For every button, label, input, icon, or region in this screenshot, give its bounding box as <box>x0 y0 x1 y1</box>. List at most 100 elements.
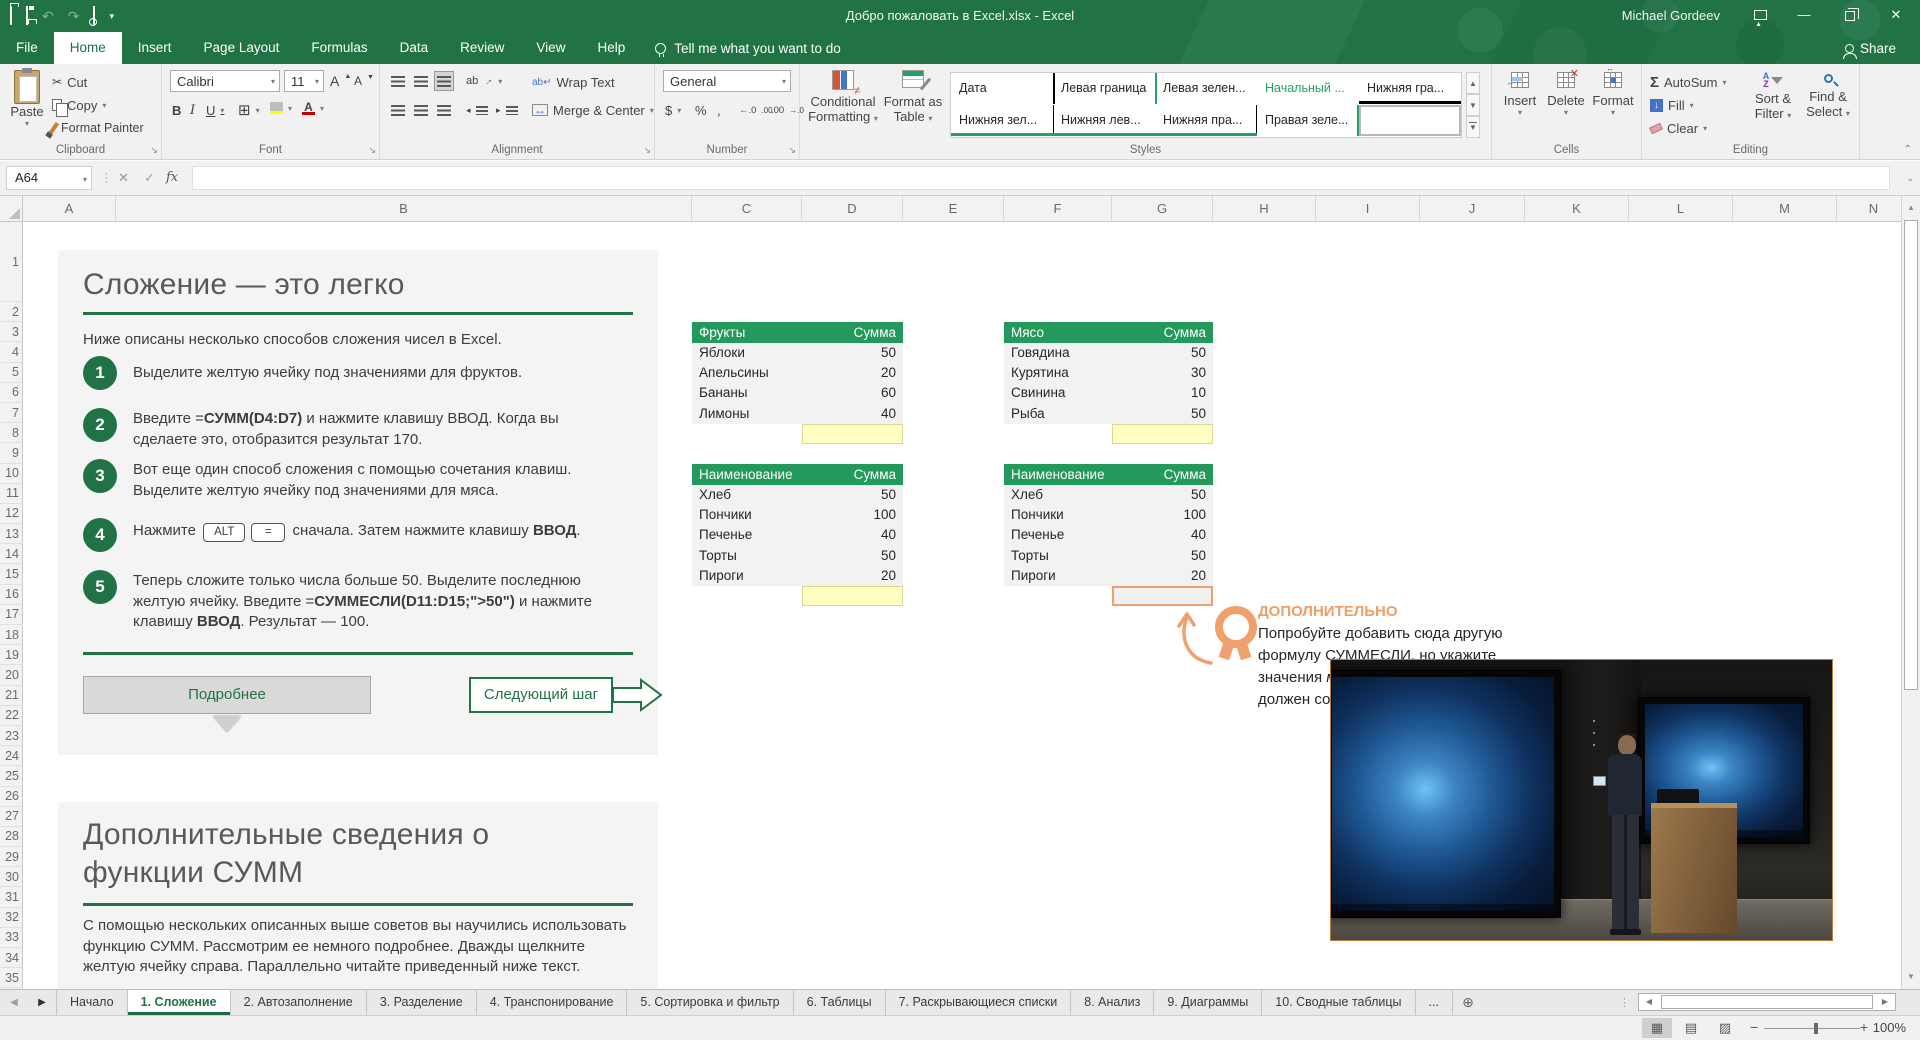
find-select-button[interactable]: Find &Select ▾ <box>1802 72 1854 121</box>
tab-home[interactable]: Home <box>54 32 122 64</box>
zoom-out-icon[interactable]: − <box>1750 1019 1758 1035</box>
row-header-4[interactable]: 4 <box>0 342 23 362</box>
italic-button[interactable]: I <box>190 100 195 120</box>
sheet-tab-2. Автозаполнение[interactable]: 2. Автозаполнение <box>231 990 367 1015</box>
horizontal-scroll-thumb[interactable] <box>1661 995 1873 1009</box>
style-swatch-Правая зеле...[interactable]: Правая зеле... <box>1257 105 1359 136</box>
table-row[interactable]: Пироги20 <box>1004 566 1213 586</box>
style-swatch-Нижняя зел...[interactable]: Нижняя зел... <box>951 105 1053 136</box>
row-header-21[interactable]: 21 <box>0 686 23 706</box>
merge-center-button[interactable]: ↔Merge & Center▾ <box>532 100 654 120</box>
restore-icon[interactable] <box>1830 0 1870 32</box>
table-row[interactable]: Бананы60 <box>692 383 903 403</box>
increase-decimal-button[interactable]: ←.0.00 <box>739 100 773 120</box>
copy-button[interactable]: Copy▾ <box>52 95 106 115</box>
style-swatch-Дата[interactable]: Дата <box>951 73 1053 104</box>
row-header-14[interactable]: 14 <box>0 544 23 564</box>
grow-font-button[interactable]: A▲ <box>330 71 351 91</box>
next-step-button[interactable]: Следующий шаг <box>469 677 613 713</box>
row-header-12[interactable]: 12 <box>0 504 23 524</box>
table-row[interactable]: Курятина30 <box>1004 363 1213 383</box>
column-header-J[interactable]: J <box>1420 196 1525 222</box>
row-header-11[interactable]: 11 <box>0 484 23 504</box>
row-header-27[interactable]: 27 <box>0 807 23 827</box>
sheet-tab-8. Анализ[interactable]: 8. Анализ <box>1071 990 1154 1015</box>
table-row[interactable]: Яблоки50 <box>692 343 903 363</box>
row-header-1[interactable]: 1 <box>0 222 23 302</box>
video-player[interactable] <box>1330 659 1833 941</box>
table-row[interactable]: Апельсины20 <box>692 363 903 383</box>
column-header-N[interactable]: N <box>1837 196 1911 222</box>
tab-file[interactable]: File <box>0 32 54 64</box>
row-header-23[interactable]: 23 <box>0 726 23 746</box>
row-header-34[interactable]: 34 <box>0 948 23 968</box>
ribbon-display-options-icon[interactable] <box>1740 0 1780 32</box>
column-header-G[interactable]: G <box>1112 196 1213 222</box>
table-row[interactable]: Пироги20 <box>692 566 903 586</box>
orientation-button[interactable]: ab→▾ <box>466 71 502 91</box>
sort-filter-button[interactable]: AZ Sort &Filter ▾ <box>1748 72 1798 123</box>
align-left-button[interactable] <box>388 100 408 120</box>
row-header-5[interactable]: 5 <box>0 363 23 383</box>
number-format-combo[interactable]: General▾ <box>663 70 791 92</box>
table-row[interactable]: Рыба50 <box>1004 404 1213 424</box>
row-header-3[interactable]: 3 <box>0 322 23 342</box>
sheet-tab-...[interactable]: ... <box>1416 990 1453 1015</box>
scroll-down-icon[interactable]: ▼ <box>1902 967 1920 987</box>
zoom-slider[interactable] <box>1764 1028 1860 1029</box>
share-button[interactable]: Share <box>1845 34 1902 62</box>
shrink-font-button[interactable]: A▼ <box>354 71 374 91</box>
horizontal-scrollbar[interactable]: ◀ ▶ <box>1638 993 1896 1011</box>
column-header-L[interactable]: L <box>1629 196 1733 222</box>
row-header-28[interactable]: 28 <box>0 827 23 847</box>
row-header-22[interactable]: 22 <box>0 706 23 726</box>
font-size-combo[interactable]: 11▾ <box>284 70 324 92</box>
zoom-slider-thumb[interactable] <box>1814 1023 1818 1034</box>
page-layout-view-icon[interactable]: ▤ <box>1676 1018 1706 1038</box>
next-sheet-icon[interactable]: ▶ <box>28 990 56 1015</box>
row-header-10[interactable]: 10 <box>0 464 23 484</box>
normal-view-icon[interactable]: ▦ <box>1642 1018 1672 1038</box>
tab-insert[interactable]: Insert <box>122 32 188 64</box>
tab-help[interactable]: Help <box>581 32 641 64</box>
table-row[interactable]: Хлеб50 <box>692 485 903 505</box>
tab-page-layout[interactable]: Page Layout <box>188 32 296 64</box>
font-name-combo[interactable]: Calibri▾ <box>170 70 280 92</box>
table-header[interactable]: ФруктыСумма <box>692 322 903 343</box>
row-header-9[interactable]: 9 <box>0 443 23 463</box>
vertical-scroll-thumb[interactable] <box>1904 220 1918 690</box>
sheet-tab-4. Транспонирование[interactable]: 4. Транспонирование <box>477 990 628 1015</box>
style-swatch-Нижняя пра...[interactable]: Нижняя пра... <box>1155 105 1257 136</box>
row-header-2[interactable]: 2 <box>0 302 23 322</box>
row-header-8[interactable]: 8 <box>0 423 23 443</box>
enter-formula-icon[interactable]: ✓ <box>144 166 155 190</box>
font-color-button[interactable]: A▾ <box>302 98 324 118</box>
row-header-33[interactable]: 33 <box>0 928 23 948</box>
gallery-more-icon[interactable]: ▼ <box>1466 116 1480 138</box>
more-details-button[interactable]: Подробнее <box>83 676 371 714</box>
user-account[interactable]: Michael Gordeev <box>1622 0 1720 32</box>
style-swatch-Нижняя гра...[interactable]: Нижняя гра... <box>1359 73 1461 104</box>
middle-align-button[interactable] <box>411 71 431 91</box>
zoom-level[interactable]: 100% <box>1873 1020 1906 1035</box>
style-swatch-Левая граница[interactable]: Левая граница <box>1053 73 1155 104</box>
close-icon[interactable]: ✕ <box>1876 0 1916 32</box>
row-header-30[interactable]: 30 <box>0 867 23 887</box>
insert-function-icon[interactable]: fx <box>166 166 178 190</box>
clipboard-dialog-launcher[interactable]: ↘ <box>150 145 158 156</box>
sheet-tab-6. Таблицы[interactable]: 6. Таблицы <box>794 990 886 1015</box>
tab-data[interactable]: Data <box>384 32 445 64</box>
sheet-tab-1. Сложение[interactable]: 1. Сложение <box>128 990 231 1015</box>
paste-button[interactable]: Paste▾ <box>6 70 48 128</box>
row-header-26[interactable]: 26 <box>0 787 23 807</box>
tab-review[interactable]: Review <box>444 32 520 64</box>
increase-indent-button[interactable]: ▸ <box>496 100 518 120</box>
decrease-decimal-button[interactable]: .00→.0 <box>771 100 804 120</box>
row-header-6[interactable]: 6 <box>0 383 23 403</box>
minimize-icon[interactable]: — <box>1784 0 1824 32</box>
row-header-18[interactable]: 18 <box>0 625 23 645</box>
borders-button[interactable]: ⊞▾ <box>238 100 260 120</box>
collapse-ribbon-icon[interactable]: ⌃ <box>1904 144 1912 155</box>
alignment-dialog-launcher[interactable]: ↘ <box>643 145 651 156</box>
select-all-corner[interactable] <box>0 196 23 222</box>
